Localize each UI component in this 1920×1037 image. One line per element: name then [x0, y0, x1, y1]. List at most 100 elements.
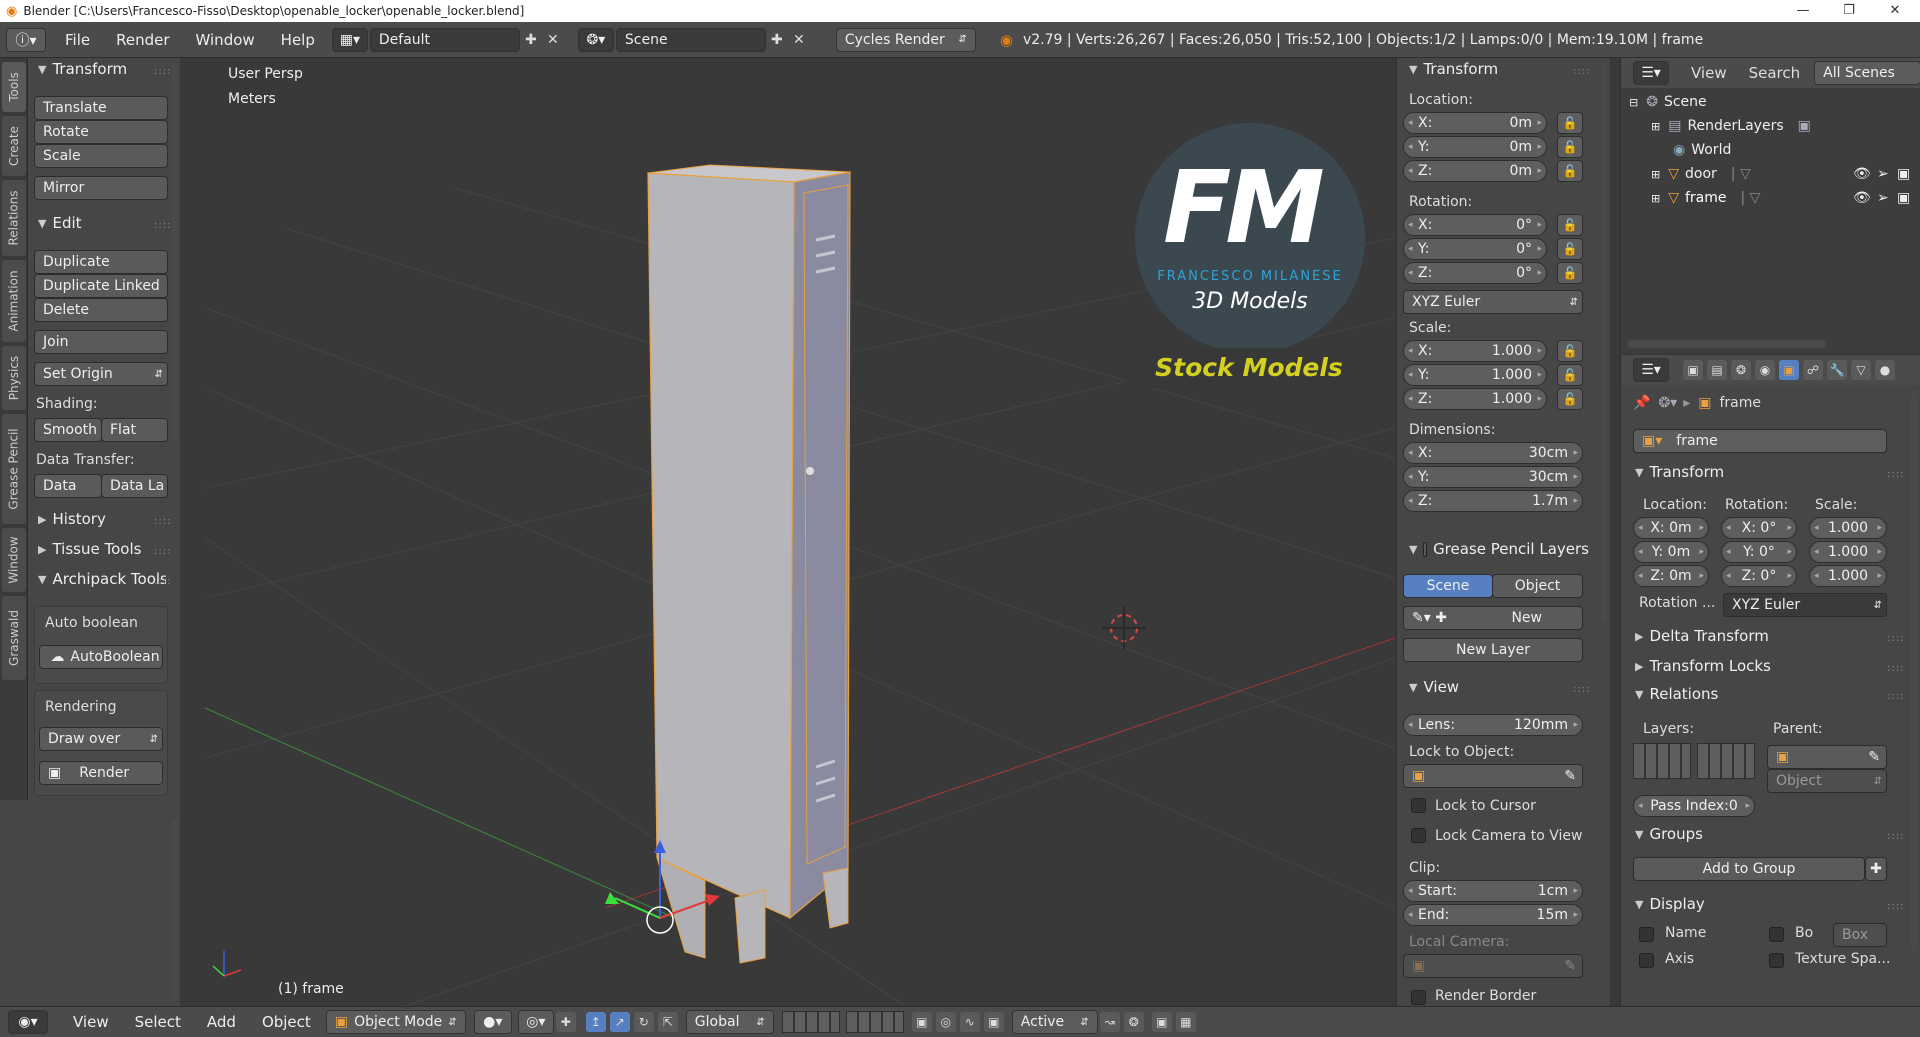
add-to-group-button[interactable]: Add to Group: [1633, 857, 1865, 881]
lock-icon[interactable]: 🔓: [1557, 238, 1583, 260]
render-animation-icon[interactable]: ▦: [1175, 1012, 1196, 1032]
gp-scene-tab[interactable]: Scene: [1403, 574, 1493, 598]
mirror-button[interactable]: Mirror: [34, 176, 168, 200]
render-opengl-icon[interactable]: ▣: [1151, 1012, 1172, 1032]
toolshelf-scrollbar[interactable]: [172, 62, 178, 442]
scene-browse-button[interactable]: ❂▾: [577, 27, 614, 52]
layout-browse-button[interactable]: ▦▾: [331, 27, 368, 52]
parent-type-select[interactable]: Object ⇵: [1767, 769, 1887, 793]
expand-icon[interactable]: ⊞: [1651, 192, 1660, 205]
outliner-item-scene[interactable]: ⊟ ❂ Scene: [1621, 90, 1920, 114]
scale-manipulator-icon[interactable]: ⇱: [657, 1012, 678, 1032]
properties-editor-type-button[interactable]: ☰▾: [1633, 358, 1669, 382]
panel-header-transform[interactable]: ▼ Transform: [1409, 60, 1498, 78]
prop-rotation-mode-select[interactable]: XYZ Euler ⇵: [1723, 593, 1887, 617]
local-camera-field[interactable]: ▣ ✎: [1403, 954, 1583, 978]
menu-view[interactable]: View: [60, 1013, 122, 1031]
drag-grip-icon[interactable]: ::::: [1887, 901, 1904, 912]
prop-rotation-y-field[interactable]: Y: 0°: [1721, 541, 1797, 563]
prop-location-x-field[interactable]: X: 0m: [1633, 517, 1709, 539]
viewport-shading-select[interactable]: ●▾: [473, 1010, 512, 1034]
eyedropper-icon[interactable]: ✎: [1564, 768, 1576, 784]
rotation-mode-select[interactable]: XYZ Euler ⇵: [1403, 290, 1583, 314]
add-group-icon[interactable]: ✚: [1865, 857, 1887, 881]
drag-grip-icon[interactable]: ::::: [1887, 469, 1904, 480]
n-panel-scrollbar[interactable]: [1601, 62, 1607, 622]
drag-grip-icon[interactable]: ::::: [1887, 663, 1904, 674]
autoboolean-button[interactable]: ☁ AutoBoolean: [39, 645, 163, 669]
pin-icon[interactable]: 📌: [1633, 395, 1650, 411]
draw-over-select[interactable]: Draw over ⇵: [39, 727, 163, 751]
drag-grip-icon[interactable]: ::::: [1887, 633, 1904, 644]
lock-icon[interactable]: 🔓: [1557, 388, 1583, 410]
panel-header-delta-transform[interactable]: ▶ Delta Transform: [1635, 627, 1769, 645]
prop-scale-x-field[interactable]: 1.000: [1809, 517, 1887, 539]
modifiers-tab-icon[interactable]: 🔧: [1827, 360, 1847, 380]
menu-object[interactable]: Object: [249, 1013, 324, 1031]
snap-align-icon[interactable]: ↝: [1099, 1012, 1120, 1032]
set-origin-select[interactable]: Set Origin ⇵: [34, 362, 168, 386]
move-manipulator-icon[interactable]: ↗: [609, 1012, 630, 1032]
clip-end-field[interactable]: End:15m: [1403, 904, 1583, 926]
outliner-hscrollbar[interactable]: [1627, 340, 1827, 348]
eyedropper-icon[interactable]: ✎: [1564, 958, 1576, 974]
panel-header-transform-locks[interactable]: ▶ Transform Locks: [1635, 657, 1771, 675]
outliner-item-world[interactable]: ◉ World: [1621, 138, 1920, 162]
tab-graswald[interactable]: Graswald: [2, 596, 26, 680]
location-z-field[interactable]: Z:0m: [1403, 160, 1547, 182]
new-layer-button[interactable]: New Layer: [1403, 638, 1583, 662]
close-icon[interactable]: ✕: [1872, 0, 1918, 22]
join-button[interactable]: Join: [34, 330, 168, 354]
location-y-field[interactable]: Y:0m: [1403, 136, 1547, 158]
layer-grid-right[interactable]: [1697, 743, 1755, 779]
visibility-eye-icon[interactable]: 👁: [1853, 190, 1871, 206]
smooth-button[interactable]: Smooth: [34, 418, 102, 442]
panel-header-tissue-tools[interactable]: ▶ Tissue Tools: [38, 540, 141, 558]
duplicate-button[interactable]: Duplicate: [34, 250, 168, 274]
proportional-edit-icon[interactable]: ◎: [935, 1012, 956, 1032]
scene-name-field[interactable]: Scene: [615, 27, 766, 52]
tab-relations[interactable]: Relations: [2, 180, 26, 256]
maximize-icon[interactable]: ❐: [1826, 0, 1872, 22]
outliner-menu-search[interactable]: Search: [1749, 64, 1801, 82]
drag-grip-icon[interactable]: ::::: [1573, 684, 1590, 695]
lock-icon[interactable]: 🔓: [1557, 112, 1583, 134]
properties-scrollbar[interactable]: [1911, 391, 1917, 951]
outliner-editor-type-button[interactable]: ☰▾: [1633, 61, 1669, 85]
data-tab-icon[interactable]: ▽: [1851, 360, 1871, 380]
duplicate-linked-button[interactable]: Duplicate Linked: [34, 274, 168, 298]
prop-location-y-field[interactable]: Y: 0m: [1633, 541, 1709, 563]
drag-grip-icon[interactable]: ::::: [1887, 831, 1904, 842]
display-axis-checkbox[interactable]: [1639, 953, 1654, 968]
lock-to-cursor-checkbox[interactable]: [1411, 798, 1426, 813]
lock-icon[interactable]: 🔓: [1557, 160, 1583, 182]
outliner-menu-view[interactable]: View: [1691, 64, 1727, 82]
world-tab-icon[interactable]: ◉: [1755, 360, 1775, 380]
clip-start-field[interactable]: Start:1cm: [1403, 880, 1583, 902]
display-name-checkbox[interactable]: [1639, 927, 1654, 942]
gp-object-tab[interactable]: Object: [1492, 574, 1583, 598]
panel-header-transform[interactable]: ▼ Transform: [1635, 463, 1724, 481]
prop-rotation-z-field[interactable]: Z: 0°: [1721, 565, 1797, 587]
constraints-tab-icon[interactable]: ☍: [1803, 360, 1823, 380]
display-texture-space-checkbox[interactable]: [1769, 953, 1784, 968]
layer-lock-icon[interactable]: ▣: [911, 1012, 932, 1032]
tab-create[interactable]: Create: [2, 116, 26, 176]
scale-y-field[interactable]: Y:1.000: [1403, 364, 1547, 386]
layer-grid-left[interactable]: [1633, 743, 1691, 779]
render-layers-tab-icon[interactable]: ▤: [1707, 360, 1727, 380]
visibility-eye-icon[interactable]: 👁: [1853, 166, 1871, 182]
render-tab-icon[interactable]: ▣: [1683, 360, 1703, 380]
scale-x-field[interactable]: X:1.000: [1403, 340, 1547, 362]
dimension-z-field[interactable]: Z:1.7m: [1403, 490, 1583, 512]
view3d-editor-type-button[interactable]: ◉▾: [8, 1010, 48, 1034]
menu-help[interactable]: Help: [268, 31, 328, 49]
lock-icon[interactable]: 🔓: [1557, 136, 1583, 158]
dimension-y-field[interactable]: Y:30cm: [1403, 466, 1583, 488]
scene-layers-grid-right[interactable]: [845, 1011, 904, 1033]
rotation-x-field[interactable]: X:0°: [1403, 214, 1547, 236]
selectable-arrow-icon[interactable]: ➢: [1877, 190, 1889, 206]
panel-header-grease-pencil-layers[interactable]: ▼ Grease Pencil Layers: [1409, 540, 1589, 558]
menu-render[interactable]: Render: [103, 31, 182, 49]
pass-index-field[interactable]: Pass Index:0: [1633, 795, 1755, 817]
